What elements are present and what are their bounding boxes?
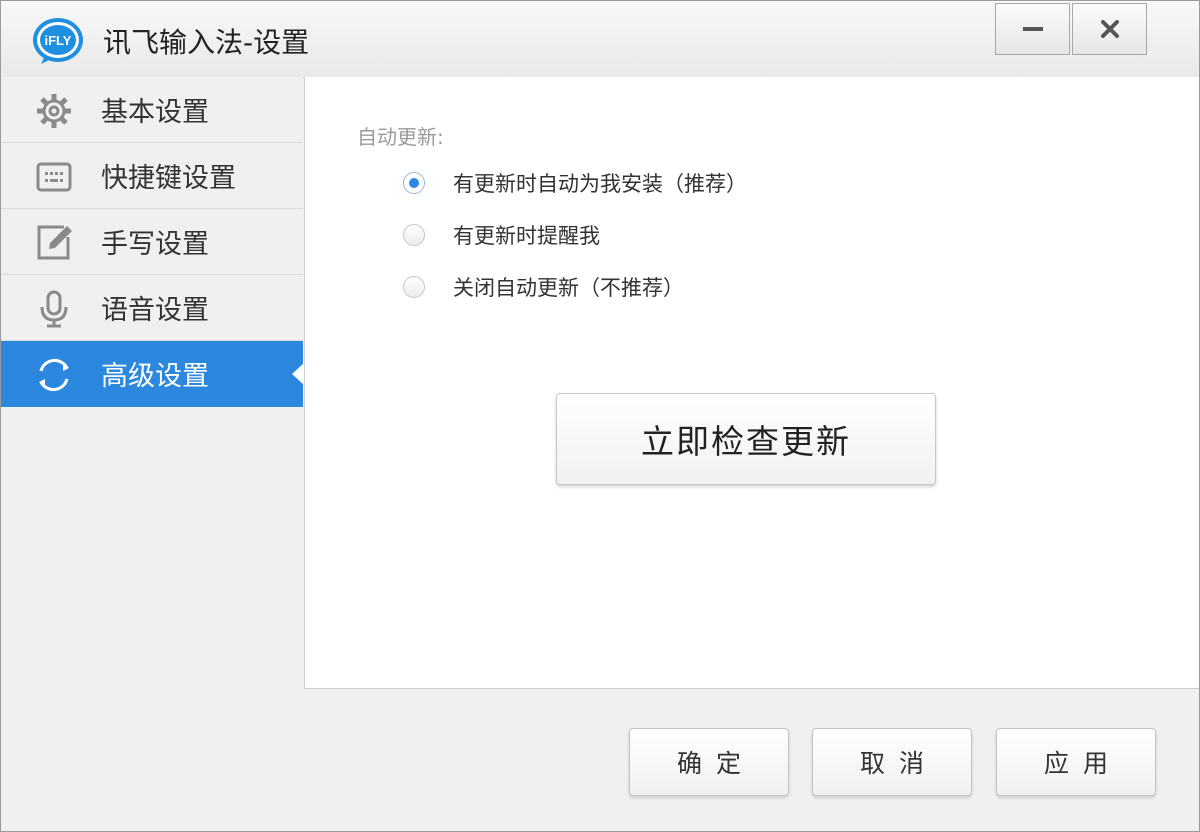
title-bar[interactable]: iFLY 讯飞输入法-设置 bbox=[1, 1, 1199, 78]
radio-option-disable[interactable]: 关闭自动更新（不推荐） bbox=[403, 272, 684, 302]
sidebar-item-basic[interactable]: 基本设置 bbox=[1, 77, 303, 143]
minimize-icon bbox=[1022, 27, 1043, 31]
logo-text: iFLY bbox=[45, 33, 72, 48]
sidebar-item-label: 基本设置 bbox=[101, 97, 209, 128]
sidebar-item-voice[interactable]: 语音设置 bbox=[1, 275, 303, 341]
gear-icon bbox=[33, 91, 75, 131]
radio-label: 关闭自动更新（不推荐） bbox=[453, 276, 684, 300]
sidebar-item-label: 快捷键设置 bbox=[101, 163, 236, 194]
cancel-button[interactable]: 取消 bbox=[812, 728, 972, 796]
sidebar: 基本设置 快捷键设置 手写设置 语音设置 高级设置 bbox=[1, 77, 304, 831]
close-button[interactable] bbox=[1072, 3, 1147, 55]
radio-label: 有更新时自动为我安装（推荐） bbox=[453, 172, 747, 196]
minimize-button[interactable] bbox=[995, 3, 1070, 55]
radio-button[interactable] bbox=[403, 276, 425, 298]
ok-button[interactable]: 确定 bbox=[629, 728, 789, 796]
microphone-icon bbox=[33, 289, 75, 329]
keyboard-icon bbox=[33, 157, 75, 197]
window-title: 讯飞输入法-设置 bbox=[103, 26, 310, 59]
sidebar-item-handwriting[interactable]: 手写设置 bbox=[1, 209, 303, 275]
settings-window: iFLY 讯飞输入法-设置 基本设置 快捷键设置 手写设置 语音设置 高级设置 … bbox=[0, 0, 1200, 832]
section-label: 自动更新: bbox=[357, 125, 444, 149]
sidebar-item-label: 手写设置 bbox=[101, 229, 209, 260]
close-icon bbox=[1100, 20, 1119, 38]
radio-label: 有更新时提醒我 bbox=[453, 224, 600, 248]
radio-option-notify[interactable]: 有更新时提醒我 bbox=[403, 220, 600, 250]
sidebar-item-label: 高级设置 bbox=[101, 361, 209, 392]
pen-icon bbox=[33, 223, 75, 263]
radio-button[interactable] bbox=[403, 224, 425, 246]
radio-button[interactable] bbox=[403, 172, 425, 194]
apply-button[interactable]: 应用 bbox=[996, 728, 1156, 796]
refresh-icon bbox=[33, 355, 75, 395]
ifly-logo: iFLY bbox=[33, 18, 83, 64]
sidebar-item-advanced[interactable]: 高级设置 bbox=[1, 341, 304, 407]
content-panel: 自动更新: 有更新时自动为我安装（推荐） 有更新时提醒我 关闭自动更新（不推荐）… bbox=[304, 77, 1199, 689]
active-indicator bbox=[292, 363, 304, 385]
sidebar-item-shortcuts[interactable]: 快捷键设置 bbox=[1, 143, 303, 209]
sidebar-item-label: 语音设置 bbox=[101, 295, 209, 326]
window-controls bbox=[995, 3, 1147, 57]
radio-dot bbox=[409, 178, 419, 188]
check-update-button[interactable]: 立即检查更新 bbox=[556, 393, 936, 485]
radio-option-auto-install[interactable]: 有更新时自动为我安装（推荐） bbox=[403, 168, 747, 198]
